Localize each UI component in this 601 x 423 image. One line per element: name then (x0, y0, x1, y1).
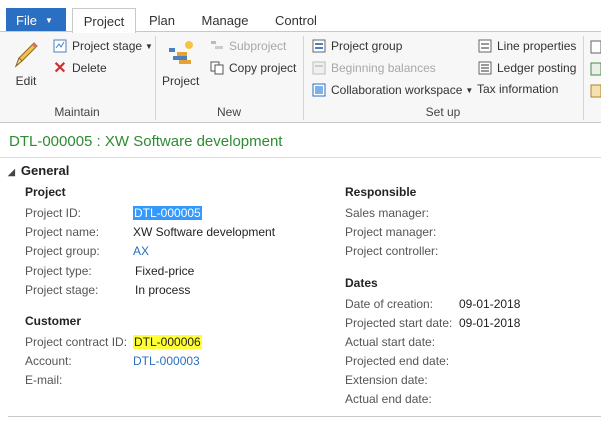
project-contract-id-label: Project contract ID: (25, 335, 128, 349)
group-label-setup: Set up (425, 105, 461, 119)
project-group-title: Project (25, 185, 66, 199)
tab-project-label: Project (83, 13, 125, 29)
collapse-triangle-icon: ◢ (8, 167, 15, 177)
email-label: E-mail: (25, 373, 63, 387)
date-of-creation-field[interactable]: 09-01-2018 (459, 297, 520, 311)
page-title-bar: DTL-000005 : XW Software development (0, 124, 601, 158)
delete-icon: ✕ (53, 60, 67, 77)
beginning-balances-button[interactable]: Beginning balances (311, 60, 436, 76)
balances-icon (311, 60, 327, 76)
projected-start-date-label: Projected start date: (345, 316, 453, 330)
tab-plan[interactable]: Plan (140, 8, 184, 32)
edit-button[interactable]: Edit (10, 38, 42, 88)
actual-end-date-label: Actual end date: (345, 392, 432, 406)
tax-information-label: Tax information (477, 82, 559, 96)
tab-plan-label: Plan (148, 12, 176, 28)
collaboration-workspace-button[interactable]: Collaboration workspace ▼ (311, 82, 473, 98)
project-group-link[interactable]: AX (133, 244, 149, 258)
tab-control-label: Control (275, 12, 317, 28)
project-stage-button[interactable]: Project stage ▼ (52, 38, 153, 54)
project-id-value: DTL-000005 (133, 206, 202, 220)
ledger-posting-button[interactable]: Ledger posting (477, 60, 576, 76)
project-controller-label: Project controller: (345, 244, 439, 258)
project-type-label: Project type: (25, 264, 92, 278)
project-contract-id-field[interactable]: DTL-000006 (133, 335, 202, 349)
tab-manage[interactable]: Manage (196, 8, 254, 32)
more-icon[interactable] (590, 84, 601, 98)
customer-group-title: Customer (25, 314, 82, 328)
project-contract-id-value: DTL-000006 (133, 335, 202, 349)
tab-project[interactable]: Project (72, 8, 136, 33)
project-stage-label: Project stage (72, 39, 143, 53)
line-properties-label: Line properties (497, 39, 577, 53)
group-divider (583, 36, 584, 120)
project-id-field[interactable]: DTL-000005 (133, 206, 202, 220)
extension-date-label: Extension date: (345, 373, 428, 387)
project-stage-field[interactable]: In process (135, 283, 190, 297)
ribbon-tab-bar: File ▼ Project Plan Manage Control (0, 0, 601, 33)
copy-project-label: Copy project (229, 61, 297, 75)
beginning-balances-label: Beginning balances (331, 61, 436, 75)
copy-icon (209, 60, 225, 76)
section-divider (8, 416, 601, 417)
responsible-group-title: Responsible (345, 185, 417, 199)
more-icon[interactable] (590, 62, 601, 76)
workspace-icon (311, 82, 327, 98)
project-type-field[interactable]: Fixed-price (135, 264, 194, 278)
ribbon: Edit Project stage ▼ ✕ Delete Maintain P… (0, 31, 601, 123)
edit-label: Edit (15, 74, 37, 88)
project-group-button[interactable]: Project group (311, 38, 402, 54)
project-id-label: Project ID: (25, 206, 82, 220)
dates-group-title: Dates (345, 276, 378, 290)
file-menu-label: File (16, 12, 37, 28)
project-stage-field-label: Project stage: (25, 283, 99, 297)
chevron-down-icon: ▼ (465, 85, 474, 95)
tab-control[interactable]: Control (268, 8, 324, 32)
account-link[interactable]: DTL-000003 (133, 354, 200, 368)
sales-manager-label: Sales manager: (345, 206, 430, 220)
subproject-icon (209, 38, 225, 54)
delete-label: Delete (72, 61, 107, 75)
project-name-label: Project name: (25, 225, 100, 239)
actual-start-date-label: Actual start date: (345, 335, 436, 349)
new-project-label: Project (162, 74, 200, 88)
subproject-label: Subproject (229, 39, 287, 53)
delete-button[interactable]: ✕ Delete (52, 60, 107, 77)
new-project-icon (168, 41, 193, 64)
page-title: DTL-000005 : XW Software development (9, 133, 283, 150)
projected-start-date-field[interactable]: 09-01-2018 (459, 316, 520, 330)
general-section-header[interactable]: ◢ General (8, 163, 69, 178)
line-properties-button[interactable]: Line properties (477, 38, 576, 54)
project-name-field[interactable]: XW Software development (133, 225, 275, 239)
project-manager-label: Project manager: (345, 225, 437, 239)
project-group-label: Project group (331, 39, 403, 53)
project-group-label: Project group: (25, 244, 100, 258)
projected-end-date-label: Projected end date: (345, 354, 450, 368)
group-label-maintain: Maintain (54, 105, 100, 119)
collaboration-workspace-label: Collaboration workspace (331, 83, 463, 97)
ledger-posting-label: Ledger posting (497, 61, 577, 75)
line-properties-icon (477, 38, 493, 54)
ledger-icon (477, 60, 493, 76)
chevron-down-icon: ▼ (145, 41, 153, 51)
more-icon[interactable] (590, 40, 601, 54)
new-project-button[interactable]: Project (162, 38, 199, 88)
general-section-title: General (20, 163, 70, 178)
pencil-icon (14, 42, 38, 68)
copy-project-button[interactable]: Copy project (209, 60, 296, 76)
account-label: Account: (25, 354, 72, 368)
project-group-icon (311, 38, 327, 54)
subproject-button[interactable]: Subproject (209, 38, 286, 54)
file-menu-button[interactable]: File ▼ (6, 8, 66, 32)
group-label-new: New (216, 105, 241, 119)
tax-information-button[interactable]: Tax information (477, 82, 558, 96)
date-of-creation-label: Date of creation: (345, 297, 434, 311)
stage-icon (52, 38, 68, 54)
chevron-down-icon: ▼ (44, 15, 53, 25)
tab-manage-label: Manage (201, 12, 249, 28)
